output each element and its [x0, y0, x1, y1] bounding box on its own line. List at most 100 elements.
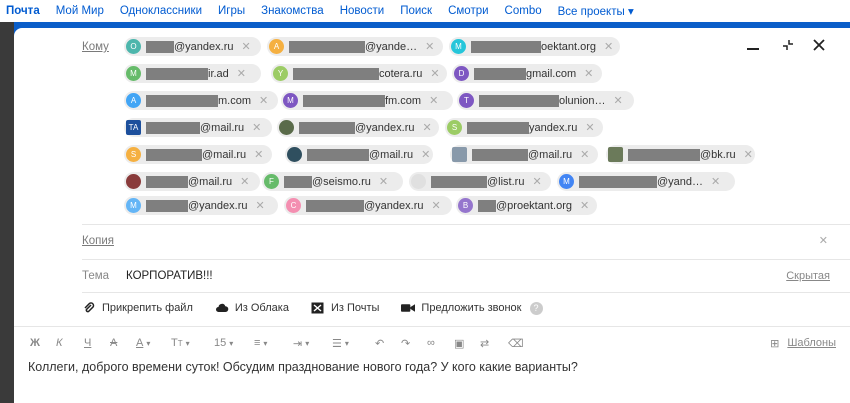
cc-label[interactable]: Копия [82, 235, 114, 247]
recipient-chip[interactable]: B @proektant.org ✕ [456, 196, 597, 215]
recipient-chip[interactable]: Mir.ad ✕ [124, 64, 261, 83]
remove-recipient-icon[interactable]: ✕ [254, 148, 263, 161]
recipient-chip[interactable]: Am.com ✕ [124, 91, 278, 110]
attach-file-label: Прикрепить файл [102, 302, 193, 314]
recipient-chip[interactable]: Mfm.com ✕ [281, 91, 453, 110]
strike-button[interactable]: А [110, 334, 117, 352]
redacted-name [474, 67, 526, 80]
recipient-chip[interactable]: Moektant.org ✕ [449, 37, 620, 56]
align-icon[interactable]: ≡ ▾ [254, 334, 267, 352]
collapse-icon[interactable] [779, 36, 797, 54]
avatar: M [451, 39, 466, 54]
nav-combo[interactable]: Combo [505, 5, 542, 17]
recipient-email: @seismo.ru [312, 175, 371, 188]
redacted-name [146, 94, 218, 107]
remove-recipient-icon[interactable]: ✕ [431, 199, 440, 212]
to-label[interactable]: Кому [82, 41, 109, 53]
recipient-chip[interactable]: Syandex.ru ✕ [445, 118, 603, 137]
undo-icon[interactable]: ↶ [375, 334, 384, 352]
recipient-chip[interactable]: Dgmail.com ✕ [452, 64, 602, 83]
font-size-select[interactable]: 15 ▾ [214, 334, 233, 352]
remove-recipient-icon[interactable]: ✕ [240, 175, 249, 188]
translit-icon[interactable]: ⇄ [480, 334, 489, 352]
recipient-chip[interactable]: @yandex.ru ✕ [277, 118, 439, 137]
cc-close-icon[interactable]: ✕ [819, 234, 828, 247]
remove-recipient-icon[interactable]: ✕ [422, 121, 431, 134]
subject-input[interactable]: КОРПОРАТИВ!!! [126, 270, 213, 282]
remove-recipient-icon[interactable]: ✕ [604, 40, 613, 53]
nav-dating[interactable]: Знакомства [261, 5, 324, 17]
bold-button[interactable]: Ж [30, 334, 40, 352]
remove-recipient-icon[interactable]: ✕ [255, 199, 264, 212]
from-mail-button[interactable]: Из Почты [311, 301, 379, 315]
recipient-chip[interactable]: O @yandex.ru ✕ [124, 37, 261, 56]
recipient-chip[interactable]: @mail.ru ✕ [450, 145, 598, 164]
remove-recipient-icon[interactable]: ✕ [532, 175, 541, 188]
italic-button[interactable]: К [56, 334, 62, 352]
recipient-email: @yandex.ru [355, 121, 415, 134]
recipient-chip[interactable]: TA @mail.ru ✕ [124, 118, 272, 137]
redacted-name [306, 199, 364, 212]
nav-news[interactable]: Новости [340, 5, 385, 17]
list-icon[interactable]: ☰ ▾ [332, 334, 349, 352]
suggest-call-button[interactable]: Предложить звонок ? [401, 301, 543, 315]
recipient-chip[interactable]: Ycotera.ru ✕ [271, 64, 447, 83]
remove-recipient-icon[interactable]: ✕ [744, 148, 753, 161]
remove-recipient-icon[interactable]: ✕ [252, 121, 261, 134]
underline-button[interactable]: Ч [84, 334, 91, 352]
from-cloud-button[interactable]: Из Облака [215, 301, 289, 315]
redacted-name [146, 175, 188, 188]
mail-icon [311, 301, 325, 315]
nav-games[interactable]: Игры [218, 5, 245, 17]
minimize-icon[interactable] [744, 36, 762, 54]
clear-format-icon[interactable]: ⌫ [508, 334, 524, 352]
image-icon[interactable]: ▣ [454, 334, 464, 352]
recipient-chip[interactable]: @bk.ru ✕ [606, 145, 755, 164]
nav-ok[interactable]: Одноклассники [120, 5, 202, 17]
nav-all-projects[interactable]: Все проекты ▾ [558, 4, 634, 18]
recipient-chip[interactable]: Tolunion… ✕ [457, 91, 634, 110]
recipient-chip[interactable]: @mail.ru ✕ [285, 145, 433, 164]
remove-recipient-icon[interactable]: ✕ [379, 175, 388, 188]
recipient-email: @yandex.ru [188, 199, 248, 212]
nav-watch[interactable]: Смотри [448, 5, 488, 17]
remove-recipient-icon[interactable]: ✕ [430, 67, 439, 80]
attach-file-button[interactable]: Прикрепить файл [82, 301, 193, 315]
message-body[interactable]: Коллеги, доброго времени суток! Обсудим … [28, 360, 578, 374]
link-icon[interactable]: ∞ [427, 334, 435, 352]
nav-my-world[interactable]: Мой Мир [56, 5, 104, 17]
recipient-chip[interactable]: A @yande… ✕ [267, 37, 443, 56]
text-color-icon[interactable]: A ▾ [136, 334, 150, 352]
remove-recipient-icon[interactable]: ✕ [584, 67, 593, 80]
help-icon[interactable]: ? [529, 301, 543, 315]
recipient-chip[interactable]: M @yand… ✕ [557, 172, 735, 191]
remove-recipient-icon[interactable]: ✕ [425, 40, 434, 53]
remove-recipient-icon[interactable]: ✕ [580, 148, 589, 161]
indent-icon[interactable]: ⇥ ▾ [293, 334, 309, 352]
templates-label: Шаблоны [787, 337, 836, 349]
recipient-chip[interactable]: S @mail.ru ✕ [124, 145, 272, 164]
remove-recipient-icon[interactable]: ✕ [421, 148, 430, 161]
close-icon[interactable] [810, 36, 828, 54]
remove-recipient-icon[interactable]: ✕ [580, 199, 589, 212]
remove-recipient-icon[interactable]: ✕ [711, 175, 720, 188]
remove-recipient-icon[interactable]: ✕ [241, 40, 250, 53]
nav-search[interactable]: Поиск [400, 5, 432, 17]
remove-recipient-icon[interactable]: ✕ [429, 94, 438, 107]
nav-mail[interactable]: Почта [6, 5, 40, 17]
avatar: M [126, 198, 141, 213]
templates-button[interactable]: ⊞ Шаблоны [770, 334, 836, 352]
remove-recipient-icon[interactable]: ✕ [259, 94, 268, 107]
recipient-chip[interactable]: @mail.ru ✕ [124, 172, 260, 191]
remove-recipient-icon[interactable]: ✕ [237, 67, 246, 80]
recipient-chip[interactable]: F @seismo.ru ✕ [262, 172, 403, 191]
bcc-link[interactable]: Скрытая [786, 270, 830, 282]
recipient-chip[interactable]: M @yandex.ru ✕ [124, 196, 278, 215]
remove-recipient-icon[interactable]: ✕ [585, 121, 594, 134]
redo-icon[interactable]: ↷ [401, 334, 410, 352]
recipient-chip[interactable]: @list.ru ✕ [409, 172, 551, 191]
remove-recipient-icon[interactable]: ✕ [613, 94, 622, 107]
redacted-name [628, 148, 700, 161]
recipient-chip[interactable]: C @yandex.ru ✕ [284, 196, 452, 215]
font-family-icon[interactable]: T T ▾ [171, 334, 190, 352]
